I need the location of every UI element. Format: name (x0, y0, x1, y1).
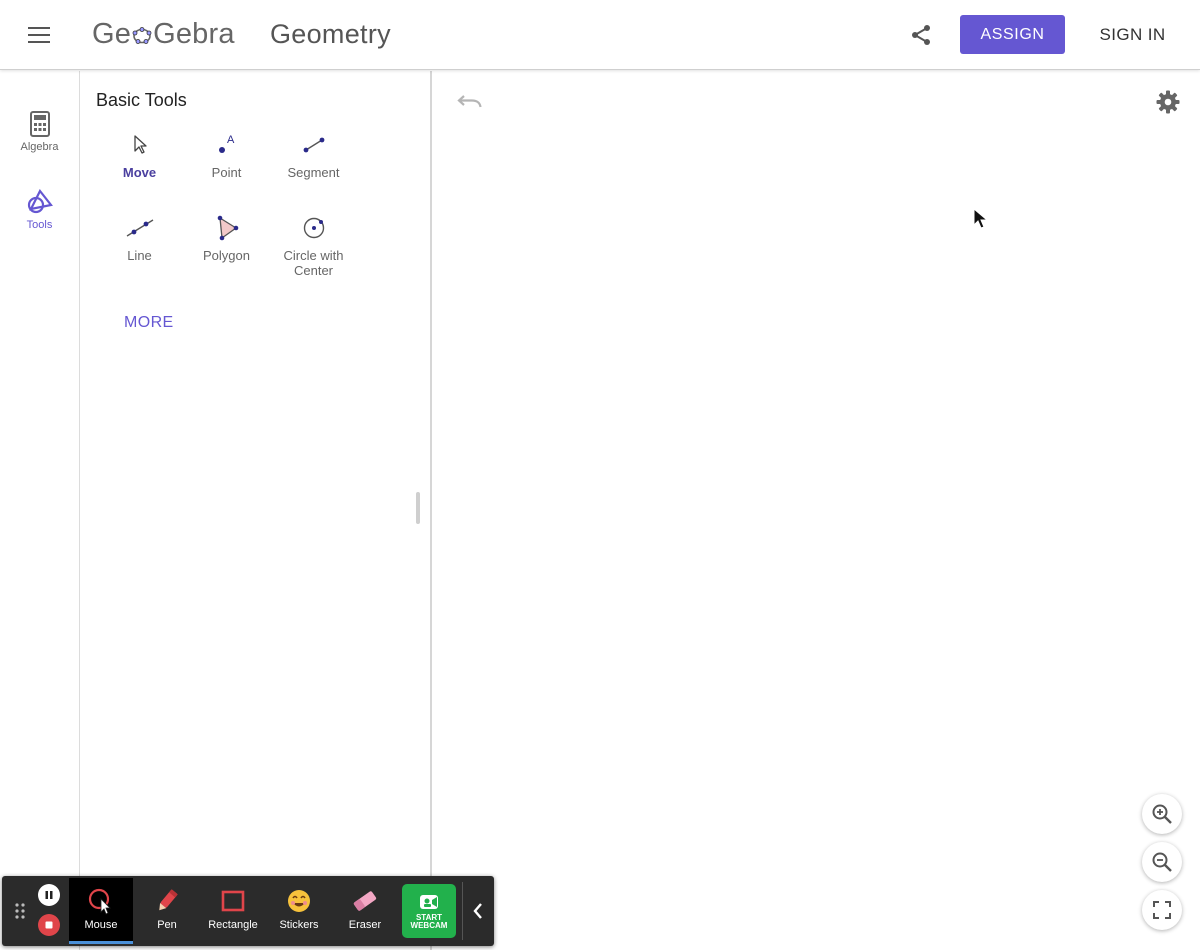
geogebra-logo[interactable]: Ge Gebra (92, 14, 235, 54)
geometry-shapes-icon (27, 189, 53, 214)
recorder-tool-label: Rectangle (208, 919, 258, 931)
pause-icon (45, 891, 53, 899)
panel-resize-handle[interactable] (416, 492, 420, 524)
pen-icon (159, 889, 178, 911)
tool-circle-with-center[interactable]: Circle with Center (270, 214, 357, 278)
recorder-tool-mouse[interactable]: Mouse (69, 878, 133, 944)
zoom-out-icon (1152, 852, 1172, 872)
geogebra-app: Ge Gebra Geometry ASSIGN SIGN IN Algebra… (0, 0, 1200, 950)
recorder-tool-rectangle[interactable]: Rectangle (201, 878, 265, 944)
tool-label: Move (122, 165, 157, 180)
calculator-icon (29, 111, 50, 137)
chevron-left-icon (473, 903, 482, 919)
recorder-tool-label: Pen (157, 919, 177, 931)
tool-label: Line (127, 248, 152, 263)
circle-center-icon (303, 217, 324, 239)
assign-button[interactable]: ASSIGN (960, 15, 1065, 54)
panel-title: Basic Tools (96, 90, 187, 110)
webcam-label-line2: WEBCAM (410, 921, 448, 930)
rail-item-tools[interactable]: Tools (0, 189, 79, 255)
drag-grip-icon[interactable] (14, 902, 26, 920)
left-nav-rail: Algebra Tools (0, 71, 80, 950)
top-header: Ge Gebra Geometry ASSIGN SIGN IN (0, 0, 1200, 70)
sticker-icon (288, 890, 310, 912)
polygon-icon (217, 215, 238, 241)
logo-ring-icon (132, 27, 152, 44)
recorder-tool-label: Stickers (279, 919, 319, 931)
line-icon (126, 219, 153, 237)
tools-panel: Basic Tools Move A Point Segment Line Po… (81, 71, 432, 950)
tool-point[interactable]: A Point (183, 131, 270, 180)
zoom-in-icon (1152, 804, 1172, 824)
zoom-in-button[interactable] (1142, 794, 1182, 834)
recorder-tool-label: Eraser (348, 919, 382, 931)
sign-in-button[interactable]: SIGN IN (1090, 15, 1175, 54)
logo-text-start: Ge (92, 17, 132, 50)
logo-text-end: Gebra (153, 17, 235, 50)
undo-icon (457, 95, 482, 108)
mouse-cursor-icon (973, 208, 989, 229)
tool-label: Point (211, 165, 242, 180)
app-title: Geometry (270, 19, 391, 49)
stop-icon (45, 921, 53, 929)
move-arrow-icon (133, 135, 147, 154)
point-icon-letter: A (227, 134, 235, 146)
settings-button[interactable] (1153, 87, 1183, 117)
webcam-icon (420, 895, 438, 909)
segment-icon (303, 137, 324, 153)
share-icon (912, 25, 930, 45)
start-webcam-button[interactable]: START WEBCAM (402, 884, 456, 938)
fullscreen-button[interactable] (1142, 890, 1182, 930)
recorder-tool-pen[interactable]: Pen (135, 878, 199, 944)
rail-item-label: Algebra (20, 141, 59, 153)
stop-recording-button[interactable] (38, 914, 60, 936)
recorder-tool-eraser[interactable]: Eraser (333, 878, 397, 944)
undo-button[interactable] (455, 87, 485, 115)
tool-label: Circle with Center (283, 248, 344, 278)
mouse-pointer-icon (88, 888, 111, 915)
graphics-canvas[interactable] (433, 71, 1200, 950)
tool-label: Polygon (203, 248, 250, 263)
hamburger-icon (28, 27, 50, 43)
tool-segment[interactable]: Segment (270, 131, 357, 180)
zoom-out-button[interactable] (1142, 842, 1182, 882)
recorder-tool-label: Mouse (84, 919, 118, 931)
recorder-tool-stickers[interactable]: Stickers (267, 878, 331, 944)
tool-polygon[interactable]: Polygon (183, 214, 270, 263)
eraser-icon (353, 891, 377, 911)
tool-label: Segment (287, 165, 340, 180)
more-tools-button[interactable]: MORE (124, 314, 174, 332)
hamburger-menu-button[interactable] (22, 19, 56, 51)
rectangle-icon (221, 890, 245, 912)
tool-move[interactable]: Move (96, 131, 183, 180)
point-icon: A (218, 134, 235, 153)
collapse-toolbar-button[interactable] (468, 898, 488, 924)
share-button[interactable] (906, 20, 936, 50)
fullscreen-icon (1153, 901, 1171, 919)
toolbar-divider (462, 882, 463, 940)
pause-recording-button[interactable] (38, 884, 60, 906)
gear-icon (1156, 90, 1180, 114)
screen-recorder-toolbar: Mouse Pen Rectangle Stickers Eraser STAR… (2, 876, 494, 946)
rail-item-algebra[interactable]: Algebra (0, 111, 79, 177)
tool-line[interactable]: Line (96, 214, 183, 263)
rail-item-label: Tools (26, 219, 53, 231)
